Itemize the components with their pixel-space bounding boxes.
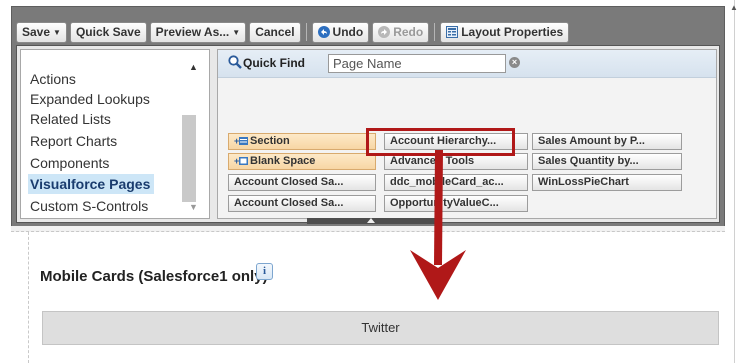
category-item-components[interactable]: Components — [30, 153, 109, 173]
quick-save-label: Quick Save — [75, 25, 141, 39]
redo-icon — [378, 26, 391, 38]
category-scrollbar-thumb[interactable] — [182, 115, 196, 202]
search-icon — [228, 55, 242, 69]
svg-text:+: + — [234, 156, 239, 166]
quick-find-input[interactable] — [328, 54, 506, 73]
save-button[interactable]: Save ▼ — [16, 21, 67, 43]
chevron-down-icon[interactable]: ▼ — [53, 28, 61, 37]
category-item-actions[interactable]: Actions — [30, 69, 76, 89]
palette-item-vf-page[interactable]: Account Closed Sa... — [228, 174, 376, 191]
layout-properties-label: Layout Properties — [461, 25, 564, 39]
cancel-button[interactable]: Cancel — [249, 21, 301, 43]
preview-as-button[interactable]: Preview As... ▼ — [149, 21, 247, 43]
editor-toolbar: Save ▼ Quick Save Preview As... ▼ Cancel… — [16, 21, 570, 43]
palette-item-vf-page[interactable]: Sales Amount by P... — [532, 133, 682, 150]
palette-item-label: Blank Space — [250, 155, 316, 167]
palette-item-label: Section — [250, 135, 290, 147]
palette-item-vf-page[interactable]: Account Closed Sa... — [228, 195, 376, 212]
undo-button[interactable]: Undo — [311, 21, 370, 43]
palette-item-vf-page[interactable]: Sales Quantity by... — [532, 153, 682, 170]
quick-find-bar: Quick Find × — [218, 50, 716, 78]
quick-find-label: Quick Find — [243, 56, 306, 70]
mobile-cards-title: Mobile Cards (Salesforce1 only) — [40, 268, 268, 285]
category-item-report-charts[interactable]: Report Charts — [30, 131, 117, 151]
category-item-related-lists[interactable]: Related Lists — [30, 109, 111, 129]
info-icon[interactable]: i — [256, 263, 273, 280]
scroll-up-icon[interactable]: ▲ — [730, 3, 738, 12]
quick-save-button[interactable]: Quick Save — [69, 21, 147, 43]
svg-text:+: + — [234, 136, 239, 146]
palette-category-list[interactable]: Actions Expanded Lookups Related Lists R… — [20, 49, 210, 219]
chevron-down-icon: ▼ — [232, 27, 241, 37]
editor-divider — [11, 226, 725, 232]
page-layout-editor: Save ▼ Quick Save Preview As... ▼ Cancel… — [0, 0, 739, 363]
redo-button[interactable]: Redo — [372, 21, 430, 43]
toolbar-divider — [305, 23, 307, 41]
clear-search-icon[interactable]: × — [509, 57, 520, 68]
layout-properties-button[interactable]: Layout Properties — [440, 21, 570, 43]
blank-space-icon: + — [234, 156, 248, 166]
layout-editor-panel: Save ▼ Quick Save Preview As... ▼ Cancel… — [11, 6, 725, 228]
palette-item-section[interactable]: + Section — [228, 133, 376, 150]
section-icon: + — [234, 136, 248, 146]
palette-item-blank-space[interactable]: + Blank Space — [228, 153, 376, 170]
toolbar-divider — [434, 23, 436, 41]
drag-arrow-annotation — [410, 150, 466, 300]
layout-properties-icon — [446, 26, 459, 38]
page-scrollbar-track[interactable] — [734, 0, 735, 363]
scroll-down-icon[interactable]: ▼ — [189, 202, 198, 212]
undo-icon — [317, 26, 330, 38]
layout-section-border — [28, 232, 29, 363]
scroll-up-icon[interactable]: ▲ — [189, 62, 198, 72]
category-item-visualforce-pages[interactable]: Visualforce Pages — [28, 174, 155, 194]
palette-item-winlosspiechart[interactable]: WinLossPieChart — [532, 174, 682, 191]
preview-as-label: Preview As... — [155, 25, 230, 39]
cancel-label: Cancel — [255, 25, 295, 39]
save-label: Save — [22, 25, 51, 39]
mobile-card-twitter[interactable]: Twitter — [42, 311, 719, 345]
category-item-custom-s-controls[interactable]: Custom S-Controls — [30, 196, 148, 216]
redo-label: Redo — [393, 25, 424, 39]
undo-label: Undo — [332, 25, 364, 39]
category-item-expanded-lookups[interactable]: Expanded Lookups — [30, 89, 150, 109]
